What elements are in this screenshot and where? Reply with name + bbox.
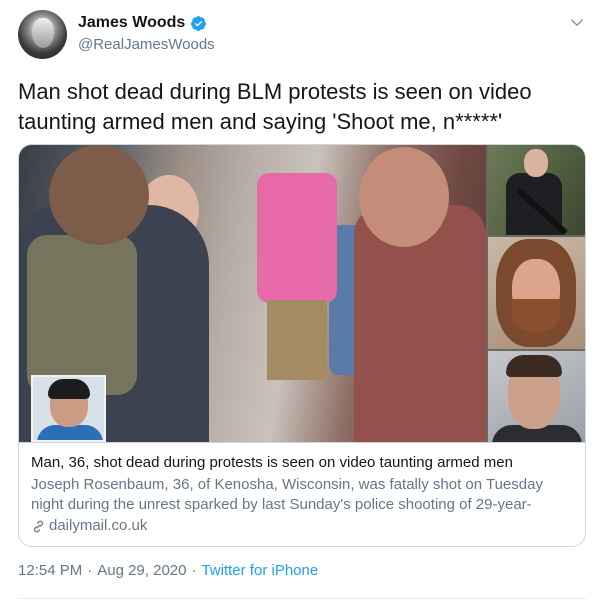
tweet-meta: 12:54 PM · Aug 29, 2020 · Twitter for iP… <box>18 562 318 579</box>
card-domain: dailymail.co.uk <box>31 516 573 536</box>
card-body: Man, 36, shot dead during protests is se… <box>19 442 585 536</box>
card-image[interactable] <box>19 145 585 442</box>
link-icon <box>33 520 44 532</box>
side-photo-portrait <box>488 237 585 349</box>
tweet-time[interactable]: 12:54 PM <box>18 562 82 579</box>
display-name[interactable]: James Woods <box>78 14 185 32</box>
avatar[interactable] <box>18 10 67 59</box>
card-description: Joseph Rosenbaum, 36, of Kenosha, Wiscon… <box>31 476 543 513</box>
avatar-face <box>32 18 54 48</box>
tweet-date[interactable]: Aug 29, 2020 <box>97 562 186 579</box>
verified-badge-icon <box>191 15 207 31</box>
user-handle[interactable]: @RealJamesWoods <box>78 36 215 53</box>
side-photo-rifle <box>488 145 585 235</box>
chevron-down-icon[interactable] <box>568 14 586 32</box>
tweet-text: Man shot dead during BLM protests is see… <box>18 79 532 134</box>
divider <box>18 598 586 599</box>
tweet-source-link[interactable]: Twitter for iPhone <box>201 562 318 579</box>
card-title: Man, 36, shot dead during protests is se… <box>31 454 513 471</box>
link-card[interactable]: Man, 36, shot dead during protests is se… <box>18 144 586 547</box>
card-domain-text: dailymail.co.uk <box>49 517 148 534</box>
meta-separator: · <box>87 562 93 579</box>
user-name-row: James Woods <box>78 14 207 32</box>
inset-photo <box>31 375 106 442</box>
side-photo-closeup <box>488 351 585 442</box>
meta-separator: · <box>191 562 197 579</box>
tweet: James Woods @RealJamesWoods Man shot dea… <box>0 0 604 606</box>
